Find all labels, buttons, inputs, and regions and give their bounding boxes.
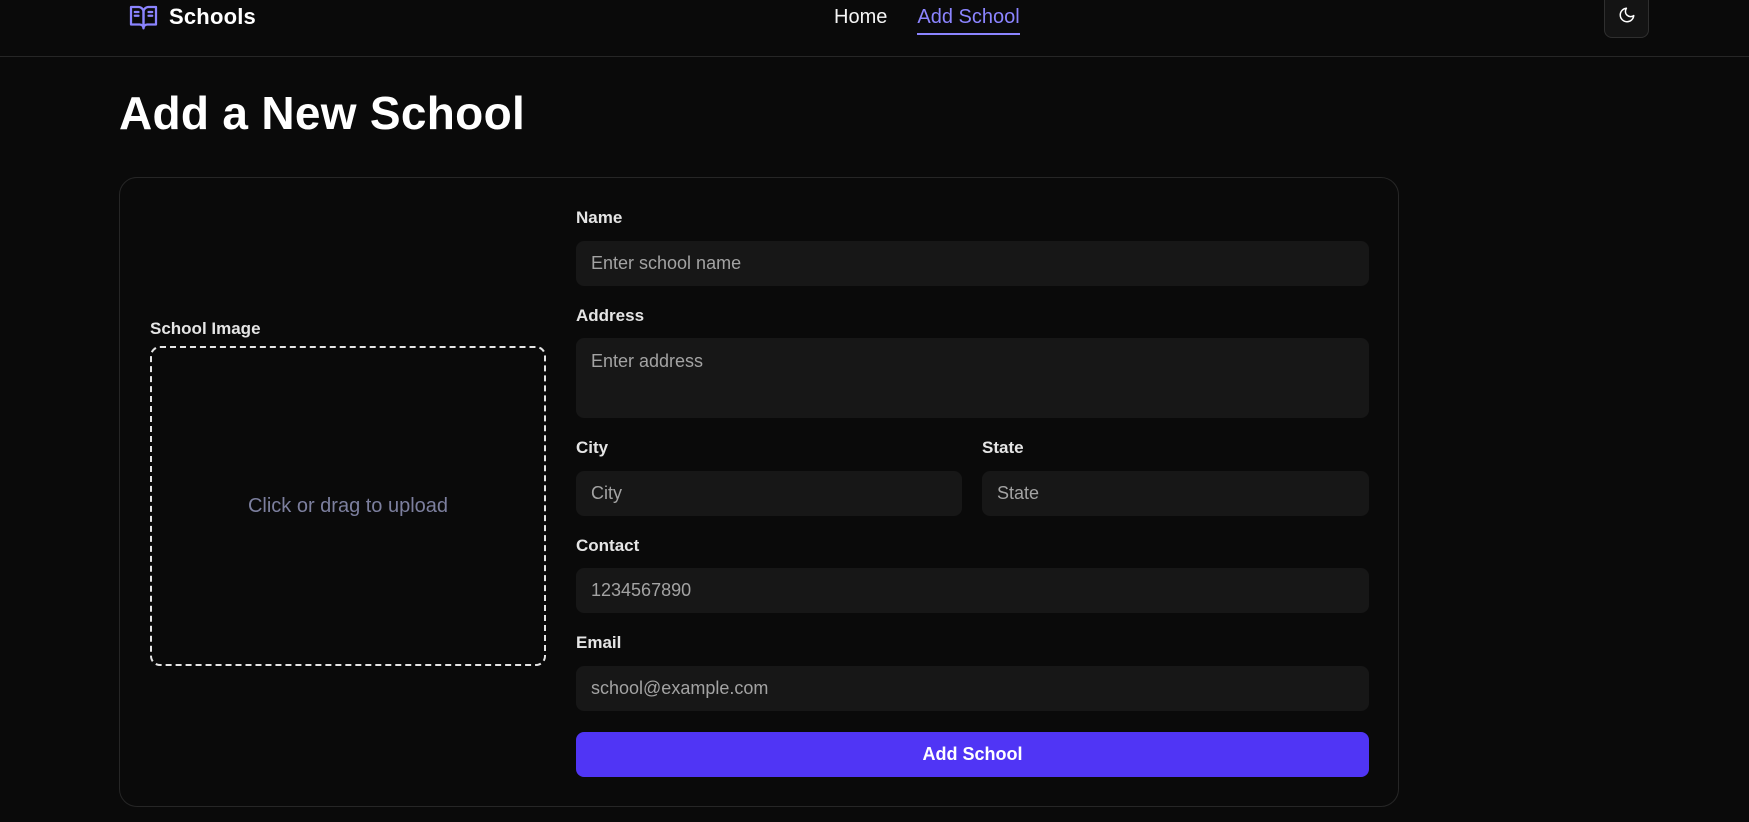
upload-prompt: Click or drag to upload — [247, 494, 449, 517]
name-input[interactable] — [576, 241, 1369, 286]
name-label: Name — [576, 208, 623, 227]
contact-label: Contact — [576, 536, 640, 555]
page-title: Add a New School — [119, 87, 526, 139]
nav-link-add-school[interactable]: Add School — [917, 4, 1020, 35]
open-book-icon — [129, 5, 158, 30]
school-image-label: School Image — [150, 319, 261, 338]
top-navbar: Schools Home Add School — [0, 0, 1749, 57]
address-label: Address — [576, 306, 645, 325]
email-input[interactable] — [576, 666, 1369, 711]
main-nav: Home Add School — [834, 4, 1020, 35]
nav-link-home[interactable]: Home — [834, 4, 887, 33]
add-school-form: School Image Click or drag to upload Nam… — [119, 177, 1399, 807]
image-upload-dropzone[interactable]: Click or drag to upload — [150, 346, 546, 666]
city-label: City — [576, 438, 609, 457]
theme-toggle-button[interactable] — [1604, 0, 1649, 38]
address-textarea[interactable] — [576, 338, 1369, 418]
state-label: State — [982, 438, 1024, 457]
add-school-button[interactable]: Add School — [576, 732, 1369, 777]
city-input[interactable] — [576, 471, 962, 516]
contact-input[interactable] — [576, 568, 1369, 613]
state-input[interactable] — [982, 471, 1369, 516]
brand-logo-link[interactable]: Schools — [128, 2, 256, 32]
brand-name: Schools — [169, 4, 256, 29]
email-label: Email — [576, 633, 622, 652]
moon-icon — [1619, 7, 1634, 23]
